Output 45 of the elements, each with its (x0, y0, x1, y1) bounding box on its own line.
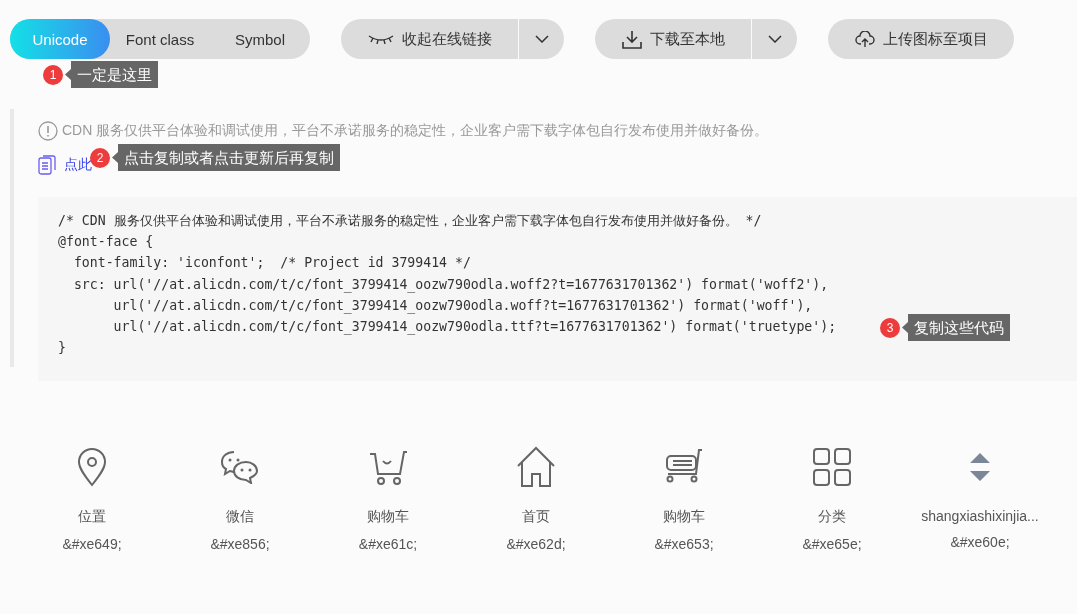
tab[interactable]: Symbol (210, 19, 310, 59)
icon-code: &#xe61c; (358, 536, 418, 552)
caret-icon (534, 35, 549, 43)
icon-code: &#xe653; (654, 536, 714, 552)
copy-link[interactable]: 点此 (64, 156, 92, 174)
tooltip: 复制这些代码 (902, 314, 1010, 341)
icon-code: &#xe65e; (802, 536, 862, 552)
code-line: @font-face { (58, 233, 154, 252)
cloud-upload-icon (855, 30, 875, 48)
shopping-cart-icon (368, 448, 408, 486)
icon-name: 首页 (522, 508, 550, 526)
eye-button[interactable]: 收起在线链接 (341, 19, 518, 59)
step-badge: 1 (43, 64, 63, 85)
icon-code: &#xe60e; (950, 534, 1010, 550)
tooltip: 点击复制或者点击更新后再复制 (112, 144, 340, 171)
code-line: font-family: 'iconfont'; /* Project id 3799414 */ (72, 254, 471, 273)
sort-arrows-icon (968, 452, 992, 482)
tab[interactable]: Font class (110, 19, 210, 59)
icon-name: 微信 (226, 508, 254, 526)
code-line: } (58, 339, 66, 358)
tooltip: 一定是这里 (65, 61, 158, 88)
icon-name: 分类 (818, 508, 846, 526)
icon-code: &#xe649; (62, 536, 122, 552)
info-icon (38, 121, 58, 141)
notice-text: CDN 服务仅供平台体验和调试使用，平台不承诺服务的稳定性，企业客户需下载字体包自行发布使用并做好备份。 (62, 122, 769, 140)
caret-icon (767, 35, 782, 43)
icon-name: shangxiashixinjia... (921, 508, 1039, 524)
icon-name: 购物车 (367, 508, 409, 526)
closed-eye-icon (368, 34, 394, 44)
upload-button[interactable]: 上传图标至项目 (828, 19, 1014, 59)
code-line: url('//at.alicdn.com/t/c/font_3799414_oozw790odla.woff?t=1677631701362') format('woff'), (112, 296, 813, 316)
house-icon (516, 446, 556, 488)
icon-name: 购物车 (663, 508, 705, 526)
code-line: /* CDN 服务仅供平台体验和调试使用，平台不承诺服务的稳定性，企业客户需下载字体包自行发布使用并做好备份。 */ (58, 212, 762, 230)
location-pin-icon (76, 447, 108, 487)
icon-code: &#xe62d; (506, 536, 566, 552)
chat-bubbles-icon (220, 450, 260, 484)
download-icon (622, 29, 642, 49)
icon-name: 位置 (78, 508, 106, 526)
code-line: src: url('//at.alicdn.com/t/c/font_3799414_oozw790odla.woff2?t=1677631701362') format('woff2'), (72, 275, 829, 295)
download-button[interactable]: 下载至本地 (595, 19, 751, 59)
code-line: url('//at.alicdn.com/t/c/font_3799414_oozw790odla.ttf?t=1677631701362') format('truetype'); (112, 317, 837, 337)
grid-icon (812, 447, 852, 487)
icon-code: &#xe856; (210, 536, 270, 552)
copy-icon (38, 155, 56, 175)
